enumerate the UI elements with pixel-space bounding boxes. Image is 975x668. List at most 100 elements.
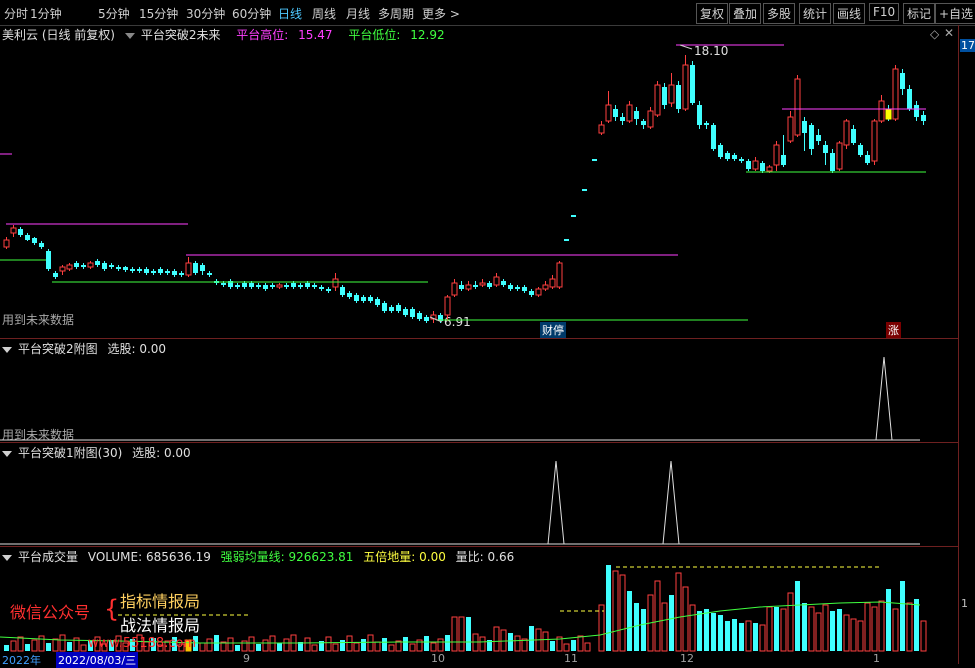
candle [556,262,563,288]
candle [697,105,702,125]
overlay-button[interactable]: 叠加 [729,3,762,24]
volume-bar [46,643,51,651]
period-tab-weekly[interactable]: 周线 [312,5,336,22]
period-tab-15min[interactable]: 15分钟 [139,5,178,22]
volume-bar [437,638,444,652]
month-tick-1: 1 [873,652,880,665]
candle [382,303,387,311]
period-tab-fenshi[interactable]: 分时 [4,5,28,22]
period-tab-5min[interactable]: 5分钟 [98,5,130,22]
candle [235,285,240,287]
month-tick-12: 12 [680,652,694,665]
kline-panel[interactable]: 美利云 (日线 前复权) 平台突破2未来 平台高位: 15.47 平台低位: 1… [0,25,958,339]
volume-bar [340,640,345,651]
candle [326,289,331,291]
candle [535,288,542,296]
candle [739,159,744,161]
volume-bar [697,611,702,651]
volume-bar [206,638,213,652]
wechat-watermark: 微信公众号 [10,603,91,622]
multi-stock-button[interactable]: 多股 [763,3,796,24]
candle [207,273,212,275]
period-tab-1min[interactable]: 1分钟 [30,5,62,22]
period-tab-60min[interactable]: 60分钟 [232,5,271,22]
volume-bar [619,574,626,652]
volume-bar [675,572,682,652]
volume-bar [661,602,668,652]
watermark-line-1: 指标情报局 [120,592,201,611]
candle [830,153,835,171]
period-tab-multi[interactable]: 多周期 [378,5,414,22]
candle [3,239,10,248]
candle [501,281,506,285]
candle [605,104,612,122]
candle [410,309,415,317]
candle [276,284,283,288]
candle [18,229,23,235]
volume-bar [682,586,689,652]
volume-bar [248,636,255,652]
volume-bar [256,644,261,651]
volume-bar [458,616,465,652]
candle [794,78,801,136]
volume-bar [199,642,206,652]
candle [319,287,324,289]
candle [130,269,135,271]
candle [564,239,569,241]
sub-panel-2[interactable]: 平台突破1附图(30) 选股: 0.00 [0,443,958,547]
period-tab-daily[interactable]: 日线 [278,5,302,22]
volume-bar [451,616,458,652]
candle [626,104,633,122]
candle [878,100,885,122]
volume-bar [500,629,507,652]
mark-button[interactable]: 标记 [903,3,936,24]
candle [95,261,100,265]
candle [25,235,30,240]
volume-bar [409,643,416,652]
fuquan-button[interactable]: 复权 [696,3,729,24]
sub-panel-1[interactable]: 平台突破2附图 选股: 0.00 用到未来数据 [0,339,958,443]
volume-bar [612,570,619,652]
candle [760,163,765,171]
brace-icon: { [104,595,120,623]
volume-bar [914,599,919,651]
volume-bar [374,641,381,652]
volume-bar [25,644,30,651]
volume-bar [641,609,646,651]
candle [263,285,268,289]
draw-line-button[interactable]: 画线 [833,3,866,24]
candle [66,264,73,270]
candle [10,227,17,234]
period-tab-more[interactable]: 更多 > [422,5,460,22]
volume-panel[interactable]: 平台成交量 VOLUME: 685636.19 强弱均量线: 926623.81… [0,547,958,664]
f10-button[interactable]: F10 [869,3,900,21]
candle [809,125,814,149]
volume-bar [563,643,570,652]
volume-bar [304,637,311,652]
candle [641,121,646,125]
volume-bar [52,638,59,652]
volume-bar [571,640,576,651]
volume-bar [346,635,353,652]
stats-button[interactable]: 统计 [799,3,832,24]
candle [732,155,737,159]
volume-bar [864,602,871,652]
candle [396,305,401,311]
candle [773,144,780,166]
volume-bar [606,565,611,651]
candle [690,65,695,103]
candle [816,135,821,141]
candle [242,283,247,287]
period-tab-monthly[interactable]: 月线 [346,5,370,22]
candle [711,125,716,149]
period-tab-30min[interactable]: 30分钟 [186,5,225,22]
candles [3,55,926,323]
volume-bar [732,619,737,651]
add-favorite-button[interactable]: +自选 [935,3,975,24]
volume-bar [795,581,800,651]
candle [746,161,751,169]
candle [885,108,892,120]
candle [123,267,128,270]
volume-bar [514,635,521,652]
candle [459,285,464,289]
